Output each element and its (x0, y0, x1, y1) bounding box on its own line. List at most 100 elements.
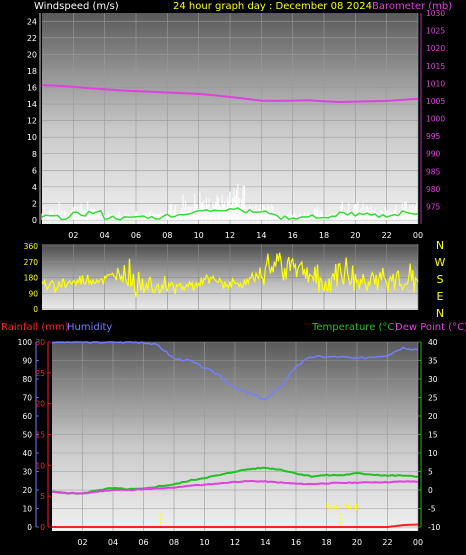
chart-title: 24 hour graph day : December 08 2024 (173, 1, 372, 12)
windspeed-tick-label: 20 (27, 50, 37, 59)
humidity-tick-label: 20 (22, 486, 32, 495)
direction-tick-label: 90 (28, 289, 38, 298)
humidity-tick-label: 100 (18, 338, 33, 347)
x-tick-label: 08 (169, 538, 179, 547)
rainfall-label: Rainfall (mm) (1, 322, 69, 333)
dewpoint-label: Dew Point (°C) (395, 322, 466, 333)
windspeed-tick-label: 6 (32, 166, 37, 175)
rainfall-axis: 0 5 10 15 20 25 30 (35, 338, 51, 532)
barometer-tick-label: 1025 (426, 27, 445, 36)
compass-label: N (436, 239, 444, 252)
direction-tick-label: 180 (24, 274, 39, 283)
windspeed-label: Windspeed (m/s) (34, 1, 119, 12)
rainfall-tick-label: 20 (35, 400, 45, 409)
panel1-x-axis: 02 04 06 08 10 12 14 16 18 20 22 00 (68, 231, 423, 240)
rainfall-tick-label: 30 (35, 338, 45, 347)
humidity-label: Humidity (67, 322, 112, 333)
x-tick-label: 18 (321, 538, 331, 547)
x-tick-label: 20 (350, 231, 360, 240)
barometer-tick-label: 1030 (426, 9, 445, 18)
x-tick-label: 14 (260, 538, 270, 547)
x-tick-label: 16 (288, 231, 298, 240)
compass-axis: NWSEN (435, 239, 446, 320)
windspeed-tick-label: 8 (32, 150, 37, 159)
barometer-tick-label: 1010 (426, 79, 445, 88)
x-tick-label: 14 (256, 231, 266, 240)
temperature-tick-label: -5 (428, 505, 436, 514)
windspeed-tick-label: 2 (32, 199, 37, 208)
x-tick-label: 04 (100, 231, 110, 240)
barometer-tick-label: 1005 (426, 97, 445, 106)
x-tick-label: 10 (199, 538, 209, 547)
temperature-tick-label: 40 (428, 338, 438, 347)
x-tick-label: 08 (162, 231, 172, 240)
windspeed-tick-label: 4 (32, 183, 37, 192)
temperature-tick-label: 10 (428, 449, 438, 458)
x-tick-label: 12 (230, 538, 240, 547)
barometer-tick-label: 980 (426, 185, 441, 194)
humidity-tick-label: 10 (22, 505, 32, 514)
x-tick-label: 20 (352, 538, 362, 547)
rainfall-tick-label: 5 (40, 492, 45, 501)
direction-tick-label: 360 (24, 242, 39, 251)
humidity-tick-label: 0 (27, 523, 32, 532)
temperature-humidity-panel: Sun Set 0102030405060708090100 051015202… (18, 338, 441, 547)
x-tick-label: 02 (77, 538, 87, 547)
x-tick-label: 12 (225, 231, 235, 240)
wind-direction-panel: 0 90 180 270 360 NWSEN (24, 239, 446, 320)
x-tick-label: 16 (291, 538, 301, 547)
barometer-tick-label: 990 (426, 150, 441, 159)
barometer-axis: 975 980 985 990 995 1000 1005 1010 1015 1020 1025 1… (420, 9, 445, 224)
windspeed-tick-label: 14 (27, 100, 37, 109)
x-tick-label: 06 (138, 538, 148, 547)
compass-label: W (435, 256, 446, 269)
x-tick-label: 10 (194, 231, 204, 240)
direction-tick-label: 0 (33, 305, 38, 314)
temperature-label: Temperature (°C) (311, 322, 398, 333)
x-tick-label: 22 (382, 538, 392, 547)
humidity-tick-label: 90 (22, 357, 32, 366)
x-tick-label: 00 (413, 231, 423, 240)
windspeed-axis: 024681012141618202224 (27, 13, 41, 225)
temperature-tick-label: 25 (428, 394, 438, 403)
windspeed-tick-label: 24 (27, 17, 37, 26)
humidity-tick-label: 40 (22, 449, 32, 458)
barometer-tick-label: 995 (426, 132, 441, 141)
windspeed-tick-label: 10 (27, 133, 37, 142)
temperature-tick-label: 0 (428, 486, 433, 495)
humidity-tick-label: 30 (22, 468, 32, 477)
humidity-tick-label: 80 (22, 375, 32, 384)
temperature-tick-label: 5 (428, 468, 433, 477)
wind-barometer-panel: 024681012141618202224 975980985990995100… (27, 9, 446, 240)
windspeed-tick-label: 18 (27, 67, 37, 76)
windspeed-tick-label: 22 (27, 34, 37, 43)
rainfall-tick-label: 10 (35, 461, 45, 470)
windspeed-tick-label: 12 (27, 117, 37, 126)
barometer-tick-label: 985 (426, 167, 441, 176)
rainfall-tick-label: 0 (40, 523, 45, 532)
rainfall-tick-label: 15 (35, 431, 45, 440)
x-tick-label: 00 (413, 538, 423, 547)
barometer-tick-label: 1015 (426, 62, 445, 71)
direction-tick-label: 270 (24, 258, 39, 267)
direction-axis: 0 90 180 270 360 (24, 242, 39, 314)
temperature-tick-label: -10 (428, 523, 440, 532)
temperature-tick-label: 20 (428, 412, 438, 421)
windspeed-tick-label: 16 (27, 84, 37, 93)
windspeed-tick-label: 0 (32, 216, 37, 225)
x-tick-label: 22 (382, 231, 392, 240)
compass-label: N (436, 307, 444, 320)
humidity-tick-label: 50 (22, 431, 32, 440)
barometer-tick-label: 975 (426, 202, 441, 211)
temperature-tick-label: 15 (428, 431, 438, 440)
panel3-x-axis: 02 04 06 08 10 12 14 16 18 20 22 00 (77, 538, 423, 547)
rainfall-tick-label: 25 (35, 369, 45, 378)
barometer-tick-label: 1000 (426, 115, 445, 124)
sunset-label: Sun Set (324, 503, 359, 513)
x-tick-label: 06 (131, 231, 141, 240)
humidity-tick-label: 60 (22, 412, 32, 421)
x-tick-label: 04 (108, 538, 118, 547)
humidity-tick-label: 70 (22, 394, 32, 403)
compass-label: S (437, 273, 444, 286)
x-tick-label: 18 (319, 231, 329, 240)
